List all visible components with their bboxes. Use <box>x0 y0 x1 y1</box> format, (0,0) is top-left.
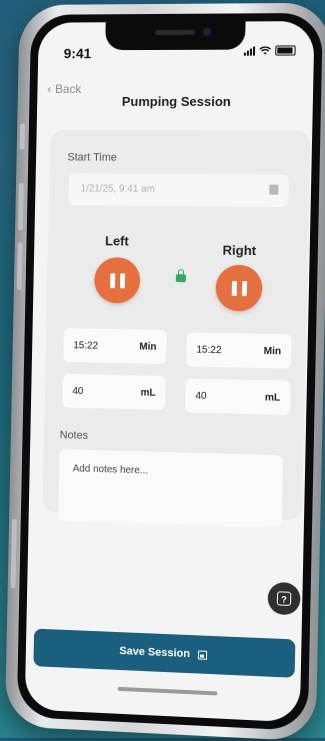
side-button <box>10 518 17 589</box>
right-volume-value: 40 <box>195 390 207 402</box>
battery-icon <box>275 45 296 56</box>
start-time-value: 1/21/25, 9:41 am <box>80 183 155 195</box>
status-time: 9:41 <box>63 45 92 62</box>
notes-field[interactable]: Add notes here... <box>57 449 284 528</box>
left-volume-field[interactable]: 40 mL <box>62 373 166 410</box>
left-time-value: 15:22 <box>73 339 99 352</box>
left-pause-button[interactable] <box>93 257 141 304</box>
help-icon: ? <box>276 591 292 606</box>
back-label: Back <box>54 82 82 96</box>
left-time-field[interactable]: 15:22 Min <box>63 328 167 365</box>
left-volume-unit: mL <box>140 386 156 399</box>
right-time-field[interactable]: 15:22 Min <box>186 332 292 369</box>
right-title: Right <box>222 242 257 259</box>
lock-icon[interactable] <box>175 274 186 283</box>
save-icon <box>197 649 208 660</box>
start-time-field[interactable]: 1/21/25, 9:41 am <box>68 173 289 207</box>
save-session-button[interactable]: Save Session <box>33 628 296 678</box>
volume-up-button <box>17 182 24 231</box>
status-icons <box>243 45 296 56</box>
wifi-icon <box>259 46 271 55</box>
signal-icon <box>243 46 256 56</box>
left-time-unit: Min <box>139 340 157 353</box>
session-card: Start Time 1/21/25, 9:41 am Left Right 1… <box>42 129 311 528</box>
pause-icon <box>231 280 237 296</box>
volume-down-button <box>16 242 23 290</box>
left-volume-value: 40 <box>72 385 84 397</box>
chevron-left-icon: ‹ <box>47 82 52 96</box>
left-title: Left <box>104 233 129 249</box>
right-time-value: 15:22 <box>196 344 222 356</box>
page-title: Pumping Session <box>121 93 231 109</box>
notes-placeholder: Add notes here... <box>72 463 149 477</box>
speaker <box>155 29 196 35</box>
notch <box>105 21 246 51</box>
calendar-icon <box>269 184 279 195</box>
right-pause-button[interactable] <box>215 264 263 312</box>
front-camera <box>202 27 212 36</box>
right-volume-field[interactable]: 40 mL <box>185 378 291 416</box>
home-indicator[interactable] <box>117 686 218 696</box>
right-time-unit: Min <box>263 345 282 357</box>
right-volume-unit: mL <box>264 391 281 404</box>
phone-frame: 9:41 ‹ Back Pumping Session Start Time 1… <box>4 2 325 741</box>
mute-switch <box>19 123 26 150</box>
help-button[interactable]: ? <box>267 581 301 616</box>
app-screen: 9:41 ‹ Back Pumping Session Start Time 1… <box>24 21 315 723</box>
pause-icon <box>109 272 115 288</box>
back-button[interactable]: ‹ Back <box>47 82 81 96</box>
notes-label: Notes <box>59 429 89 442</box>
start-time-label: Start Time <box>67 151 117 164</box>
save-session-label: Save Session <box>119 645 191 661</box>
